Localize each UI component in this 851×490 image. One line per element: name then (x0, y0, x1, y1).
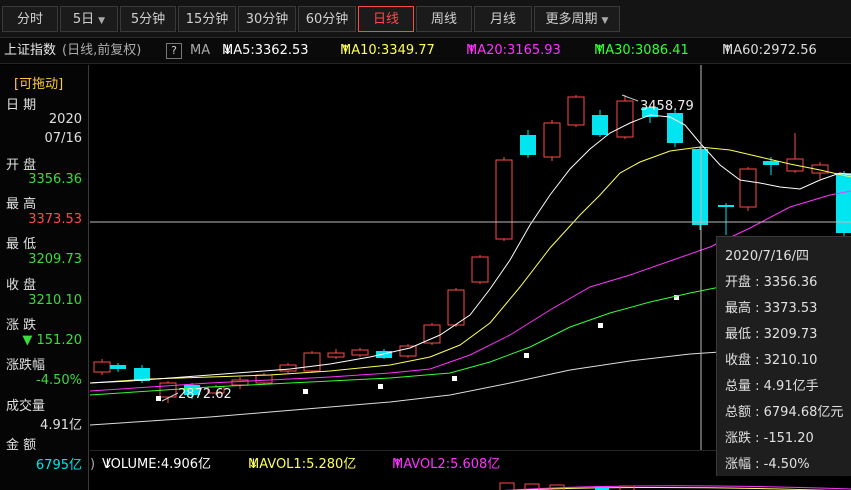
ma-label: MA (190, 43, 211, 58)
candle-body (616, 100, 634, 138)
question-icon[interactable]: ? (166, 43, 182, 59)
candle-body (739, 168, 757, 208)
amount-label: 金 额 (6, 438, 37, 453)
arrow-down-icon: ↓ (222, 43, 233, 58)
candle-body (567, 96, 585, 126)
tab-more-periods[interactable]: 更多周期 ▼ (534, 6, 620, 32)
arrow-up-icon: ↑ (392, 457, 403, 472)
candle-body (667, 113, 683, 143)
candle-body (351, 349, 369, 356)
close-value: 3210.10 (28, 293, 82, 308)
candle-body (327, 352, 345, 358)
low-label: 最 低 (6, 237, 37, 252)
bar-info-panel: [可拖动] 日 期 2020 07/16 开 盘 3356.36 最 高 337… (0, 65, 89, 490)
tooltip-amount: 总额 : 6794.68亿元 (725, 405, 844, 420)
tooltip-close: 收盘 : 3210.10 (725, 353, 818, 368)
candle-body (376, 351, 392, 358)
arrow-up-icon: ↑ (466, 43, 477, 58)
tooltip-volume: 总量 : 4.91亿手 (725, 379, 819, 394)
arrow-up-icon: ↑ (340, 43, 351, 58)
arrow-down-icon: ↓ (102, 457, 113, 472)
vol-paren: ) (90, 457, 96, 472)
tab-monthly[interactable]: 月线 (474, 6, 532, 32)
low-value: 3209.73 (28, 252, 82, 267)
volume-label: 成交量 (6, 399, 46, 414)
candle-body (255, 374, 273, 384)
arrow-down-icon: ↓ (248, 457, 259, 472)
candle-body (763, 161, 779, 165)
change-value: ▼ 151.20 (22, 333, 82, 348)
volume-value: 4.91亿 (40, 418, 82, 433)
candle-body (447, 289, 465, 326)
tooltip-high: 最高 : 3373.53 (725, 301, 818, 316)
candle-body (592, 115, 608, 135)
high-annotation: 3458.79 (640, 99, 694, 114)
pct-value: -4.50% (36, 373, 82, 388)
index-params: (日线,前复权) (62, 43, 142, 58)
close-label: 收 盘 (6, 278, 37, 293)
high-value: 3373.53 (28, 212, 82, 227)
tab-daily[interactable]: 日线 (358, 6, 414, 32)
candle-body (93, 361, 111, 373)
pct-label: 涨跌幅 (6, 358, 46, 373)
tab-weekly[interactable]: 周线 (416, 6, 472, 32)
change-label: 涨 跌 (6, 318, 37, 333)
ma-marker (524, 353, 529, 358)
candle-body (495, 159, 513, 240)
tooltip-low: 最低 : 3209.73 (725, 327, 818, 342)
date-label: 日 期 (6, 98, 37, 113)
candle-body (399, 345, 417, 357)
chevron-down-icon: ▼ (601, 16, 609, 26)
ma-marker (598, 323, 603, 328)
volume-bars-strip (90, 478, 851, 490)
candle-body (471, 256, 489, 283)
crosshair-tooltip: 2020/7/16/四 开盘 : 3356.36 最高 : 3373.53 最低… (716, 236, 851, 476)
arrow-up-icon: ↑ (722, 43, 733, 58)
candle-body (520, 135, 536, 155)
candle-body (303, 352, 321, 372)
candle-body (692, 149, 708, 225)
arrow-up-icon: ↑ (594, 43, 605, 58)
drag-handle[interactable]: [可拖动] (14, 73, 63, 92)
tab-60min[interactable]: 60分钟 (298, 6, 356, 32)
tooltip-open: 开盘 : 3356.36 (725, 275, 818, 290)
amount-value: 6795亿 (35, 458, 82, 473)
ma-indicator-line: 上证指数 (日线,前复权) ? MA MA5:3362.53 ↓ MA10:334… (0, 38, 851, 64)
tab-5day[interactable]: 5日 ▼ (60, 6, 118, 32)
volume-canvas (499, 482, 851, 490)
tab-30min[interactable]: 30分钟 (238, 6, 296, 32)
tab-15min[interactable]: 15分钟 (178, 6, 236, 32)
ma-marker (156, 396, 161, 401)
ma-marker (378, 384, 383, 389)
candle-body (423, 324, 441, 344)
ma-marker (303, 389, 308, 394)
chevron-down-icon: ▼ (98, 16, 106, 26)
candle-body (836, 173, 851, 233)
index-name: 上证指数 (4, 43, 57, 58)
candle-body (279, 364, 297, 372)
ma-marker (452, 376, 457, 381)
candle-body (718, 205, 734, 207)
open-value: 3356.36 (28, 172, 82, 187)
date-year: 2020 (48, 112, 82, 127)
tab-5min[interactable]: 5分钟 (120, 6, 176, 32)
tab-intraday[interactable]: 分时 (2, 6, 58, 32)
low-annotation: 2872.62 (178, 387, 232, 402)
candle-body (543, 122, 561, 158)
high-label: 最 高 (6, 197, 37, 212)
tooltip-pct: 涨幅 : -4.50% (725, 457, 810, 472)
period-tab-bar: 分时 5日 ▼ 5分钟 15分钟 30分钟 60分钟 日线 周线 月线 更多周期 ▼ (0, 0, 851, 38)
date-md: 07/16 (44, 131, 82, 146)
open-label: 开 盘 (6, 158, 37, 173)
tooltip-date: 2020/7/16/四 (725, 249, 810, 264)
tooltip-change: 涨跌 : -151.20 (725, 431, 814, 446)
candle-body (110, 365, 126, 369)
